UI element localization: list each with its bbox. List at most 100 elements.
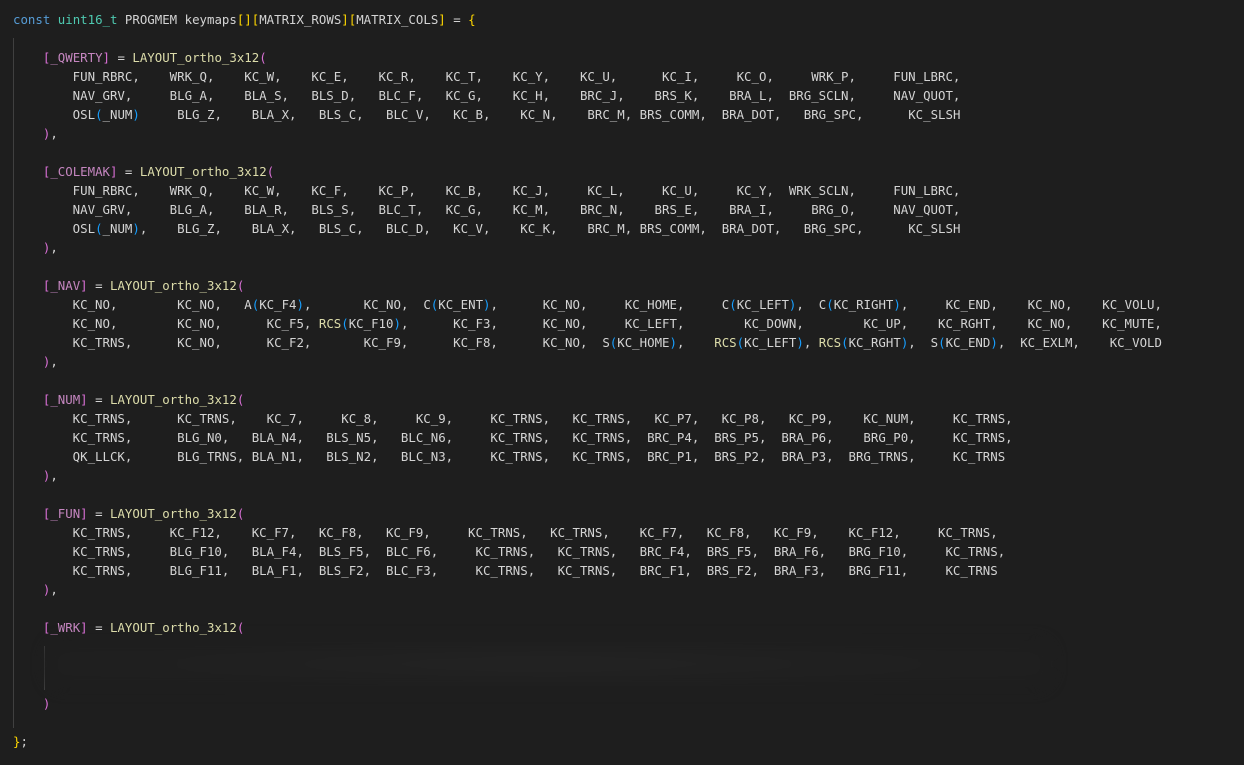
code-line[interactable]: KC_TRNS, KC_TRNS, KC_7, KC_8, KC_9, KC_T… bbox=[13, 409, 1013, 428]
code-token: LAYOUT_ortho_3x12 bbox=[110, 506, 237, 521]
code-line[interactable]: [_NUM] = LAYOUT_ortho_3x12( bbox=[13, 390, 244, 409]
code-token: ( bbox=[236, 278, 245, 293]
code-token: ] bbox=[102, 50, 110, 65]
code-line[interactable]: ), bbox=[13, 238, 58, 257]
code-token: ) bbox=[483, 297, 491, 312]
code-token: _FUN bbox=[50, 506, 81, 521]
code-token: , KC_EXLM, KC_VOLD bbox=[997, 335, 1162, 350]
code-token: ) bbox=[796, 335, 804, 350]
code-line[interactable]: NAV_GRV, BLG_A, BLA_S, BLS_D, BLC_F, KC_… bbox=[13, 86, 961, 105]
code-token: MATRIX_COLS bbox=[356, 12, 439, 27]
code-token: OSL bbox=[13, 221, 96, 236]
code-editor[interactable]: const uint16_t PROGMEM keymaps[][MATRIX_… bbox=[0, 0, 1244, 765]
code-line[interactable]: ), bbox=[13, 466, 58, 485]
code-line[interactable]: OSL(_NUM) BLG_Z, BLA_X, BLS_C, BLC_V, KC… bbox=[13, 105, 961, 124]
code-line[interactable]: [_NAV] = LAYOUT_ortho_3x12( bbox=[13, 276, 244, 295]
code-token: _NAV bbox=[50, 278, 81, 293]
code-token: _QWERTY bbox=[50, 50, 103, 65]
code-token: OSL bbox=[13, 107, 96, 122]
code-token: , BLG_Z, BLA_X, BLS_C, BLC_D, KC_V, KC_K… bbox=[139, 221, 961, 236]
code-token: KC_NO, KC_NO, KC_F5, bbox=[13, 316, 319, 331]
code-token: NAV_GRV, BLG_A, BLA_S, BLS_D, BLC_F, KC_… bbox=[13, 88, 961, 103]
code-line[interactable]: NAV_GRV, BLG_A, BLA_R, BLS_S, BLC_T, KC_… bbox=[13, 200, 961, 219]
code-token: const bbox=[13, 12, 51, 27]
code-token: uint16_t bbox=[57, 12, 118, 27]
code-token: , bbox=[50, 354, 58, 369]
code-line[interactable]: KC_NO, KC_NO, A(KC_F4), KC_NO, C(KC_ENT)… bbox=[13, 295, 1162, 314]
code-token: ( bbox=[841, 335, 849, 350]
code-token: , KC_F3, KC_NO, KC_LEFT, KC_DOWN, KC_UP,… bbox=[400, 316, 1162, 331]
code-token: RCS bbox=[714, 335, 737, 350]
code-token: _NUM bbox=[102, 107, 133, 122]
code-token: { bbox=[468, 12, 476, 27]
code-token: ( bbox=[729, 297, 737, 312]
code-line[interactable]: KC_TRNS, BLG_F11, BLA_F1, BLS_F2, BLC_F3… bbox=[13, 561, 998, 580]
code-token: LAYOUT_ortho_3x12 bbox=[110, 392, 237, 407]
code-token: = bbox=[87, 506, 111, 521]
code-line[interactable]: KC_TRNS, BLG_F10, BLA_F4, BLS_F5, BLC_F6… bbox=[13, 542, 1005, 561]
code-token: , bbox=[803, 335, 819, 350]
code-token: ] bbox=[80, 620, 88, 635]
code-token: = bbox=[87, 278, 111, 293]
code-line[interactable]: [_QWERTY] = LAYOUT_ortho_3x12( bbox=[13, 48, 267, 67]
code-token: ] bbox=[80, 392, 88, 407]
code-token: KC_TRNS, BLG_N0, BLA_N4, BLS_N5, BLC_N6,… bbox=[13, 430, 1013, 445]
code-line[interactable]: KC_NO, KC_NO, KC_F5, RCS(KC_F10), KC_F3,… bbox=[13, 314, 1162, 333]
code-line[interactable]: KC_TRNS, BLG_N0, BLA_N4, BLS_N5, BLC_N6,… bbox=[13, 428, 1013, 447]
code-line[interactable]: }; bbox=[13, 732, 28, 751]
code-token: ( bbox=[938, 335, 946, 350]
code-token: QK_LLCK, BLG_TRNS, BLA_N1, BLS_N2, BLC_N… bbox=[13, 449, 1006, 464]
code-token: LAYOUT_ortho_3x12 bbox=[110, 278, 237, 293]
code-token: KC_RIGHT bbox=[833, 297, 894, 312]
code-token: ) bbox=[990, 335, 998, 350]
code-token: KC_END bbox=[945, 335, 991, 350]
code-token: , S bbox=[908, 335, 939, 350]
code-line[interactable]: ), bbox=[13, 124, 58, 143]
code-token: = bbox=[110, 50, 133, 65]
code-token: KC_TRNS, KC_TRNS, KC_7, KC_8, KC_9, KC_T… bbox=[13, 411, 1013, 426]
code-token: , bbox=[50, 126, 58, 141]
code-line[interactable]: [_WRK] = LAYOUT_ortho_3x12( bbox=[13, 618, 244, 637]
code-token: KC_TRNS, BLG_F10, BLA_F4, BLS_F5, BLC_F6… bbox=[13, 544, 1006, 559]
code-token: _COLEMAK bbox=[50, 164, 110, 179]
code-line[interactable]: ), bbox=[13, 352, 58, 371]
code-line[interactable]: [_FUN] = LAYOUT_ortho_3x12( bbox=[13, 504, 244, 523]
code-line[interactable]: FUN_RBRC, WRK_Q, KC_W, KC_F, KC_P, KC_B,… bbox=[13, 181, 961, 200]
code-token: ] bbox=[438, 12, 446, 27]
code-token: ] bbox=[341, 12, 349, 27]
code-token: KC_TRNS, KC_F12, KC_F7, KC_F8, KC_F9, KC… bbox=[13, 525, 998, 540]
code-token: KC_NO, KC_NO, A bbox=[13, 297, 252, 312]
code-token: MATRIX_ROWS bbox=[259, 12, 342, 27]
code-token: ( bbox=[826, 297, 834, 312]
code-line[interactable]: ) bbox=[13, 694, 50, 713]
code-token: KC_LEFT bbox=[744, 335, 797, 350]
code-line[interactable]: [_COLEMAK] = LAYOUT_ortho_3x12( bbox=[13, 162, 274, 181]
code-token: KC_TRNS, KC_NO, KC_F2, KC_F9, KC_F8, KC_… bbox=[13, 335, 610, 350]
code-line[interactable]: KC_TRNS, KC_NO, KC_F2, KC_F9, KC_F8, KC_… bbox=[13, 333, 1162, 352]
code-token: ) bbox=[42, 696, 51, 711]
code-token: KC_LEFT bbox=[736, 297, 789, 312]
code-token: , bbox=[50, 582, 58, 597]
code-line[interactable]: const uint16_t PROGMEM keymaps[][MATRIX_… bbox=[13, 10, 476, 29]
code-line[interactable]: QK_LLCK, BLG_TRNS, BLA_N1, BLS_N2, BLC_N… bbox=[13, 447, 1005, 466]
code-token: , KC_NO, C bbox=[303, 297, 431, 312]
code-line[interactable]: OSL(_NUM), BLG_Z, BLA_X, BLS_C, BLC_D, K… bbox=[13, 219, 961, 238]
code-token: LAYOUT_ortho_3x12 bbox=[139, 164, 267, 179]
code-token: = bbox=[445, 12, 469, 27]
code-token: , C bbox=[796, 297, 827, 312]
code-token: ( bbox=[95, 107, 103, 122]
code-token: ( bbox=[236, 392, 245, 407]
code-token: RCS bbox=[318, 316, 342, 331]
code-token: ( bbox=[95, 221, 103, 236]
code-token: = bbox=[87, 392, 111, 407]
code-line[interactable]: FUN_RBRC, WRK_Q, KC_W, KC_E, KC_R, KC_T,… bbox=[13, 67, 961, 86]
code-token: FUN_RBRC, WRK_Q, KC_W, KC_E, KC_R, KC_T,… bbox=[13, 69, 961, 84]
code-line[interactable]: ), bbox=[13, 580, 58, 599]
code-token: ) bbox=[393, 316, 401, 331]
code-line[interactable]: KC_TRNS, KC_F12, KC_F7, KC_F8, KC_F9, KC… bbox=[13, 523, 998, 542]
